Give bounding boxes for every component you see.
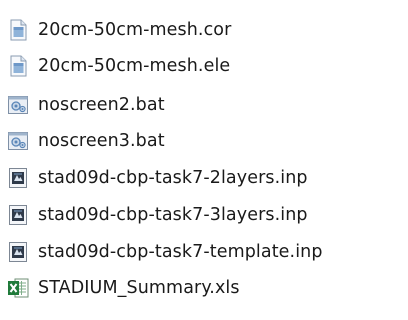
file-name: noscreen3.bat <box>38 131 165 151</box>
generic-file-icon <box>6 54 30 78</box>
file-item-noscreen2-bat[interactable]: noscreen2.bat <box>6 87 165 123</box>
file-name: noscreen2.bat <box>38 95 165 115</box>
file-name: stad09d-cbp-task7-2layers.inp <box>38 168 308 188</box>
file-list: 20cm-50cm-mesh.cor 20cm-50cm-mesh.ele no <box>0 0 408 320</box>
input-file-icon <box>6 203 30 227</box>
file-name: 20cm-50cm-mesh.cor <box>38 20 232 40</box>
input-file-icon <box>6 166 30 190</box>
file-item-20cm-50cm-mesh-ele[interactable]: 20cm-50cm-mesh.ele <box>6 48 230 84</box>
file-item-20cm-50cm-mesh-cor[interactable]: 20cm-50cm-mesh.cor <box>6 12 231 48</box>
input-file-icon <box>6 240 30 264</box>
file-name: STADIUM_Summary.xls <box>38 278 240 298</box>
file-name: 20cm-50cm-mesh.ele <box>38 56 231 76</box>
file-item-stad09d-cbp-task7-template-inp[interactable]: stad09d-cbp-task7-template.inp <box>6 234 323 270</box>
file-item-stadium-summary-xls[interactable]: STADIUM_Summary.xls <box>6 270 240 306</box>
file-name: stad09d-cbp-task7-template.inp <box>38 242 323 262</box>
file-name: stad09d-cbp-task7-3layers.inp <box>38 205 308 225</box>
file-item-noscreen3-bat[interactable]: noscreen3.bat <box>6 123 165 159</box>
batch-file-icon <box>6 129 30 153</box>
file-item-stad09d-cbp-task7-3layers-inp[interactable]: stad09d-cbp-task7-3layers.inp <box>6 197 308 233</box>
batch-file-icon <box>6 93 30 117</box>
generic-file-icon <box>6 18 30 42</box>
file-item-stad09d-cbp-task7-2layers-inp[interactable]: stad09d-cbp-task7-2layers.inp <box>6 160 308 196</box>
excel-file-icon <box>6 276 30 300</box>
